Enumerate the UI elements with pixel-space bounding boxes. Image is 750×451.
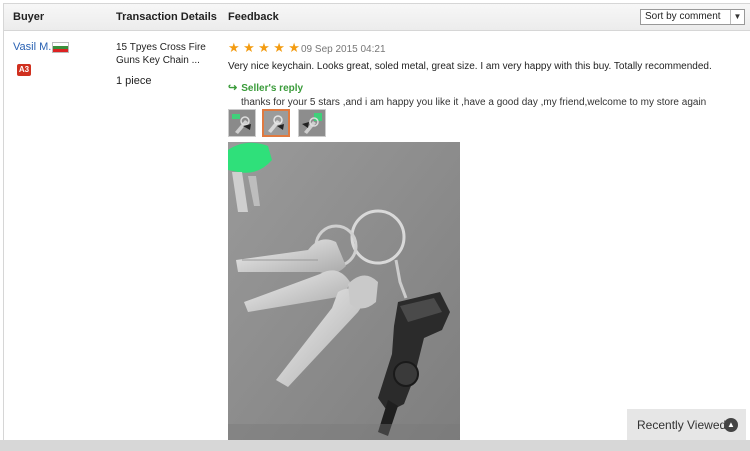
table-header: Buyer Transaction Details Feedback Sort … — [4, 3, 750, 31]
star-icon: ★ — [273, 40, 285, 55]
star-icon: ★ — [243, 40, 255, 55]
seller-reply-label: Seller's reply — [241, 83, 304, 94]
keychain-thumbnail-image — [264, 111, 288, 135]
column-buyer: Buyer — [13, 11, 45, 23]
recently-viewed-button[interactable]: Recently Viewed ▲ — [627, 409, 746, 441]
keychain-thumbnail-image — [229, 110, 255, 136]
chevron-up-icon[interactable]: ▲ — [724, 418, 738, 432]
buyer-name-link[interactable]: Vasil M. — [13, 41, 51, 53]
country-flag-icon — [52, 42, 69, 53]
sort-select-label: Sort by comment — [645, 11, 721, 22]
star-icon: ★ — [228, 40, 240, 55]
review-date: 09 Sep 2015 04:21 — [301, 44, 386, 55]
chevron-down-icon[interactable]: ▼ — [730, 10, 744, 24]
seller-reply-text: thanks for your 5 stars ,and i am happy … — [241, 97, 707, 108]
star-icon: ★ — [258, 40, 270, 55]
feedback-table: Buyer Transaction Details Feedback Sort … — [3, 3, 750, 444]
rating-stars: ★ ★ ★ ★ ★ — [228, 40, 300, 55]
product-title-link[interactable]: 15 Tpyes Cross Fire Guns Key Chain ... — [116, 41, 216, 67]
keychain-photo-image — [228, 142, 460, 444]
keychain-thumbnail-image — [299, 110, 325, 136]
buyer-level-badge: A3 — [17, 64, 31, 76]
review-photo[interactable] — [228, 142, 460, 444]
reply-arrow-icon: ↪ — [228, 82, 238, 94]
column-transaction-details: Transaction Details — [116, 11, 217, 23]
review-photo-thumbnail[interactable] — [228, 109, 256, 137]
bottom-bar — [0, 440, 750, 451]
recently-viewed-label: Recently Viewed — [637, 418, 727, 432]
sort-select[interactable]: Sort by comment ▼ — [640, 9, 745, 25]
seller-reply-toggle[interactable]: ↪ Seller's reply — [228, 81, 303, 94]
review-photo-thumbnail-selected[interactable] — [262, 109, 290, 137]
star-icon: ★ — [288, 40, 300, 55]
column-feedback: Feedback — [228, 11, 279, 23]
review-comment: Very nice keychain. Looks great, soled m… — [228, 61, 712, 72]
quantity: 1 piece — [116, 75, 152, 87]
review-photo-thumbnail[interactable] — [298, 109, 326, 137]
